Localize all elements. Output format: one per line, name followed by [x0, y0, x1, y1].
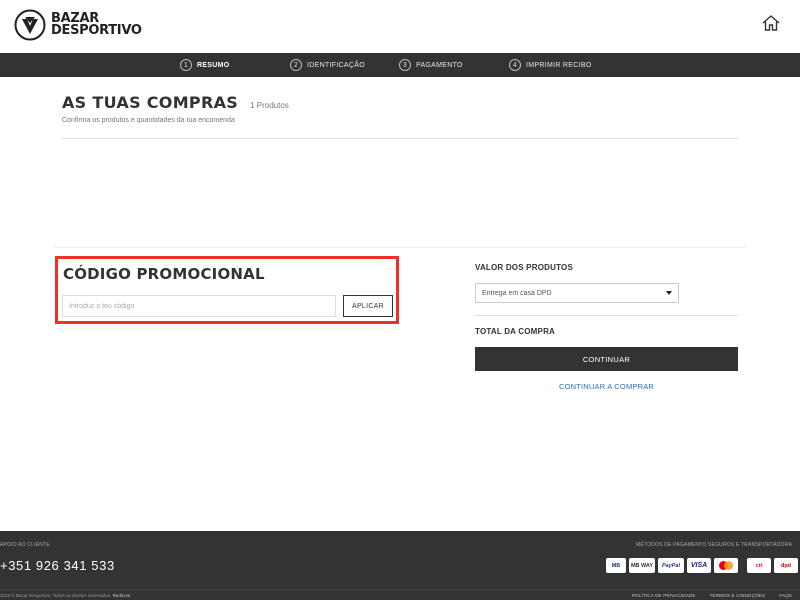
product-count: 1 Produtos	[250, 101, 289, 110]
customer-support-label: APOIO AO CLIENTE	[0, 542, 50, 548]
step-label: RESUMO	[197, 61, 230, 69]
terms-link[interactable]: TERMOS E CONDIÇÕES	[710, 593, 766, 598]
divider	[54, 247, 746, 248]
checkout-steps: 1 RESUMO 2 IDENTIFICAÇÃO 3 PAGAMENTO 4 I…	[0, 53, 800, 77]
products-value-label: VALOR DOS PRODUTOS	[475, 263, 573, 272]
brand-logo[interactable]: BAZAR DESPORTIVO	[14, 9, 142, 41]
cart-subtitle: Confirma os produtos e quantidades da tu…	[62, 117, 235, 124]
cart-heading: AS TUAS COMPRAS 1 Produtos Confirma os p…	[62, 93, 289, 124]
divider	[0, 589, 800, 590]
home-icon[interactable]	[761, 13, 781, 33]
promo-code-section: CÓDIGO PROMOCIONAL APLICAR	[55, 256, 399, 324]
step-number: 3	[399, 59, 411, 71]
site-footer: APOIO AO CLIENTE +351 926 341 533 MÉTODO…	[0, 531, 800, 600]
step-identificacao[interactable]: 2 IDENTIFICAÇÃO	[290, 59, 365, 71]
step-resumo[interactable]: 1 RESUMO	[180, 59, 230, 71]
dpd-icon: dpd	[774, 558, 798, 573]
brand-name: BAZAR DESPORTIVO	[51, 12, 142, 38]
step-number: 4	[509, 59, 521, 71]
credit-link[interactable]: Redicom	[113, 593, 131, 598]
apply-promo-button[interactable]: APLICAR	[343, 295, 393, 317]
step-pagamento[interactable]: 3 PAGAMENTO	[399, 59, 463, 71]
continue-shopping-link[interactable]: CONTINUAR A COMPRAR	[475, 382, 738, 391]
support-phone[interactable]: +351 926 341 533	[0, 558, 115, 573]
step-number: 1	[180, 59, 192, 71]
bazar-logo-icon	[14, 9, 46, 41]
delivery-method-select[interactable]: Entrega em casa DPD	[475, 283, 679, 303]
step-label: PAGAMENTO	[416, 61, 463, 69]
promo-title: CÓDIGO PROMOCIONAL	[63, 265, 265, 283]
payment-methods-label: MÉTODOS DE PAGAMENTO SEGUROS E TRANSPORT…	[636, 542, 792, 548]
payment-logos: MB MB WAY PayPal VISA ctt dpd	[606, 558, 800, 573]
step-number: 2	[290, 59, 302, 71]
visa-icon: VISA	[687, 558, 711, 573]
multibanco-icon: MB	[606, 558, 626, 573]
paypal-icon: PayPal	[658, 558, 684, 573]
brand-name-line2: DESPORTIVO	[51, 23, 142, 38]
mbway-icon: MB WAY	[629, 558, 655, 573]
promo-code-input[interactable]	[62, 295, 336, 317]
copyright: 2019 © Bazar Desportivo. Todos os direit…	[0, 593, 130, 598]
mastercard-icon	[714, 558, 738, 573]
total-label: TOTAL DA COMPRA	[475, 327, 556, 336]
step-imprimir-recibo[interactable]: 4 IMPRIMIR RECIBO	[509, 59, 592, 71]
faqs-link[interactable]: FAQS	[779, 593, 792, 598]
site-header: BAZAR DESPORTIVO	[0, 0, 800, 53]
delivery-selected-value: Entrega em casa DPD	[482, 289, 552, 297]
continue-button[interactable]: CONTINUAR	[475, 347, 738, 371]
privacy-policy-link[interactable]: POLÍTICA DE PRIVACIDADE	[632, 593, 696, 598]
divider	[62, 138, 738, 139]
step-label: IDENTIFICAÇÃO	[307, 61, 365, 69]
copyright-text: 2019 © Bazar Desportivo. Todos os direit…	[0, 593, 112, 598]
chevron-down-icon	[666, 291, 672, 295]
divider	[475, 315, 738, 316]
step-label: IMPRIMIR RECIBO	[526, 61, 592, 69]
page-title: AS TUAS COMPRAS	[62, 93, 239, 112]
footer-links: POLÍTICA DE PRIVACIDADE TERMOS E CONDIÇÕ…	[618, 593, 792, 598]
cart-title-row: AS TUAS COMPRAS 1 Produtos	[62, 93, 289, 112]
ctt-icon: ctt	[747, 558, 771, 573]
